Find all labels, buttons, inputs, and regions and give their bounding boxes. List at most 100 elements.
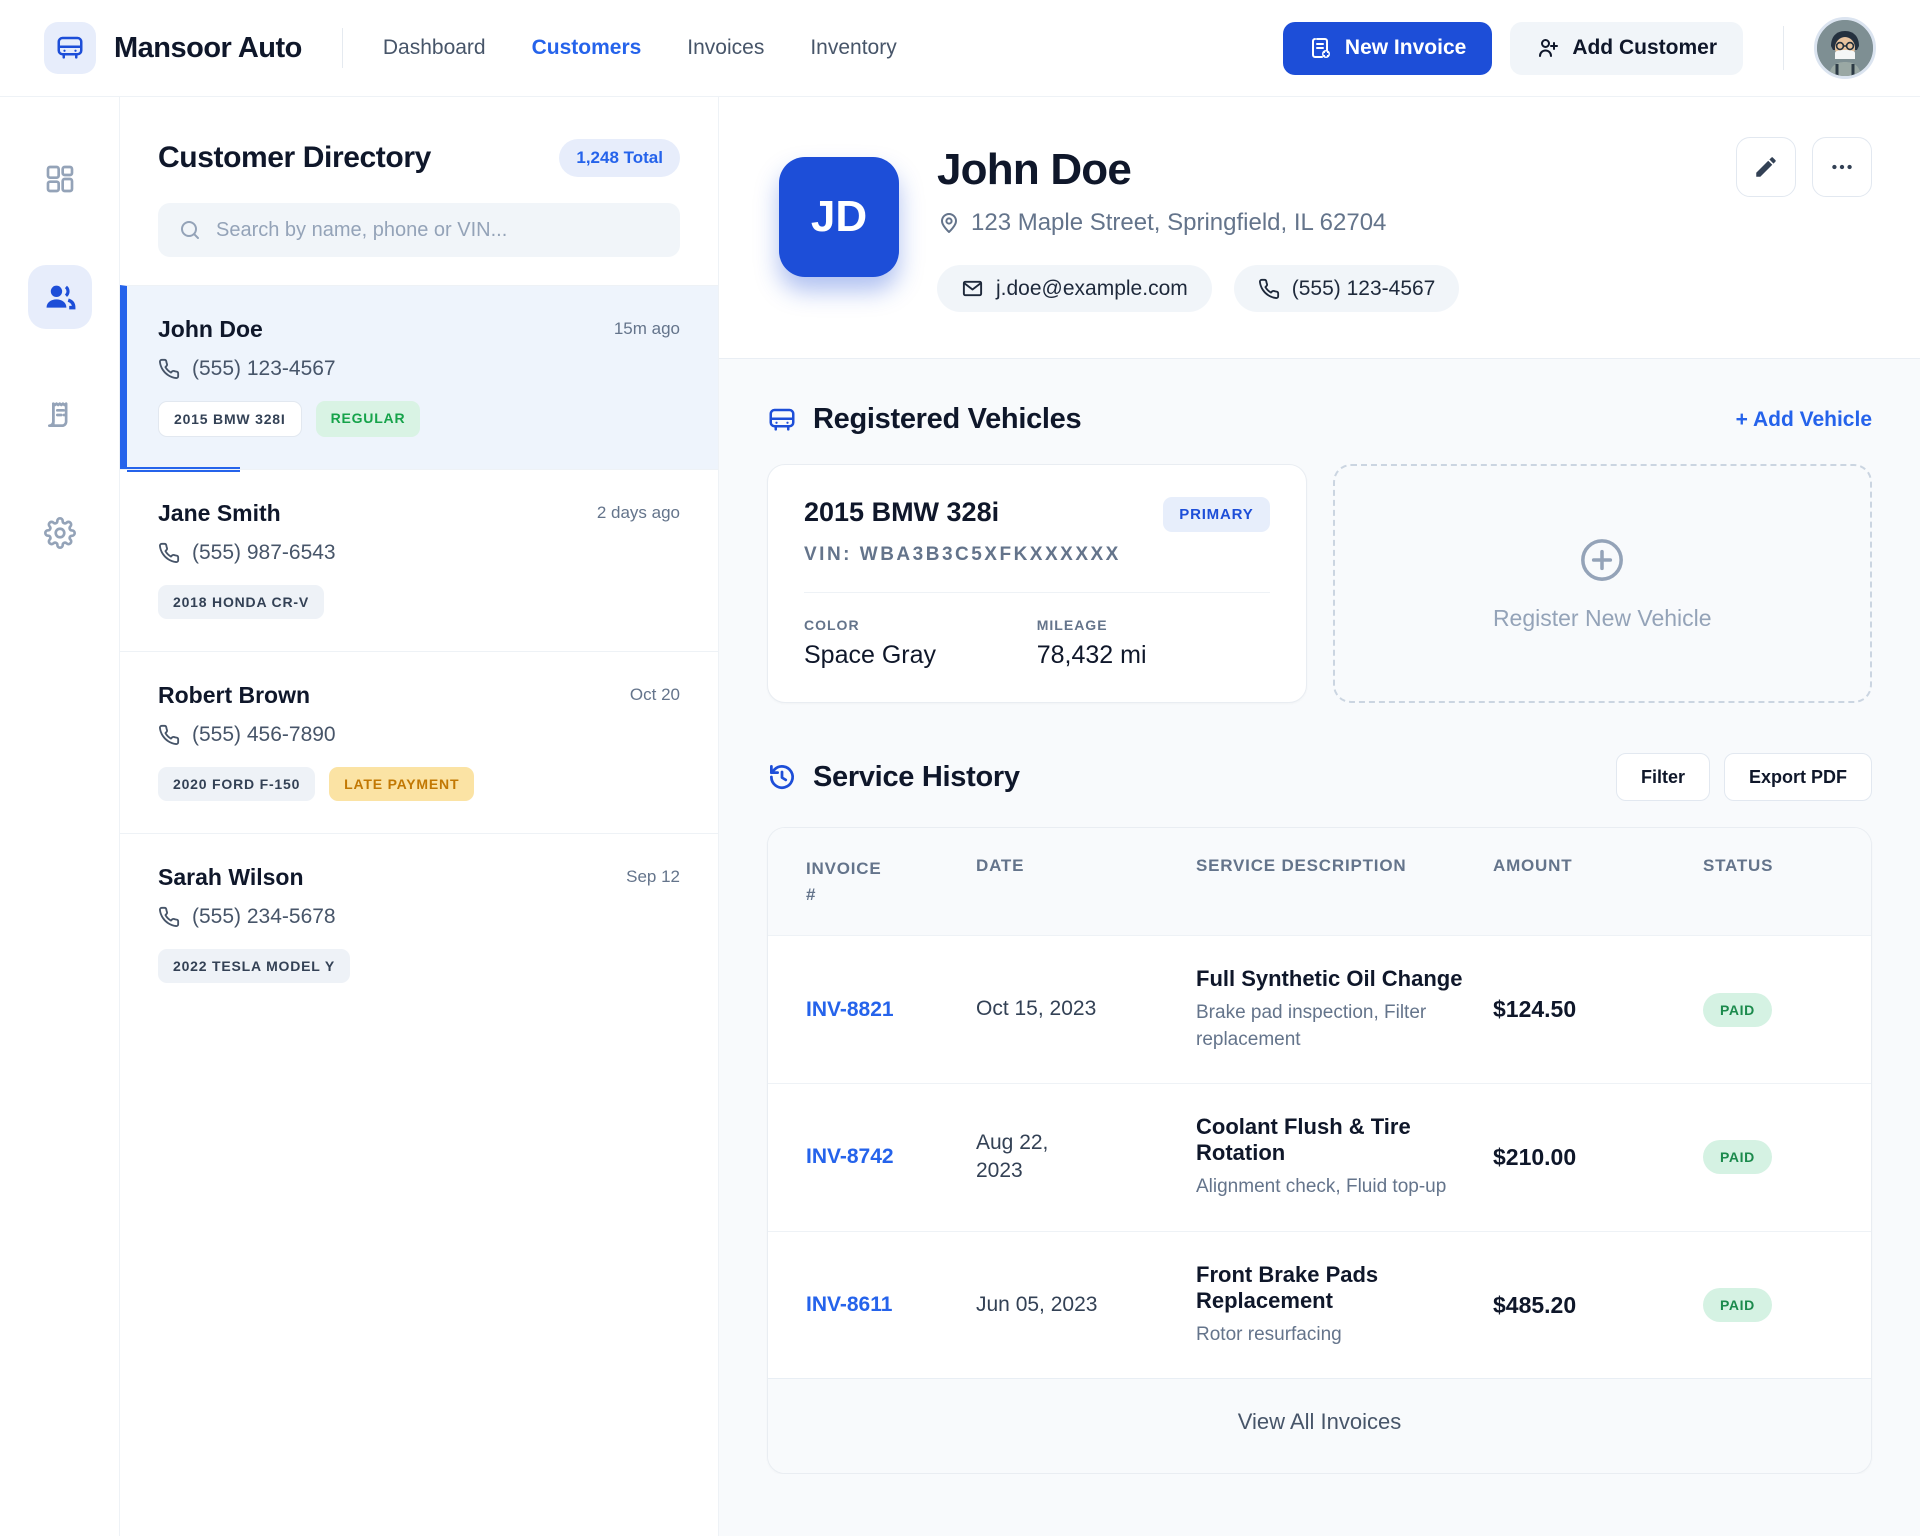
invoice-amount: $485.20: [1493, 1292, 1683, 1319]
invoice-date: Aug 22, 2023: [976, 1129, 1176, 1186]
pencil-icon: [1753, 154, 1779, 180]
customer-profile-header: JD John Doe 123 Maple Street, Springfiel…: [719, 97, 1920, 359]
invoice-date: Jun 05, 2023: [976, 1291, 1176, 1319]
register-new-vehicle-label: Register New Vehicle: [1493, 605, 1712, 632]
main-content: JD John Doe 123 Maple Street, Springfiel…: [719, 97, 1920, 1536]
phone-icon: [158, 724, 180, 746]
filter-button[interactable]: Filter: [1616, 753, 1710, 801]
car-icon: [767, 405, 797, 435]
nav-dashboard[interactable]: Dashboard: [383, 36, 486, 60]
status-badge: LATE PAYMENT: [329, 767, 474, 801]
service-detail: Rotor resurfacing: [1196, 1322, 1473, 1349]
customer-name: Sarah Wilson: [158, 864, 304, 891]
service-detail: Brake pad inspection, Filter replacement: [1196, 1000, 1473, 1053]
vehicles-section-title: Registered Vehicles: [813, 403, 1081, 436]
vehicle-tag: 2020 FORD F-150: [158, 767, 315, 801]
customer-row-robert-brown[interactable]: Robert Brown Oct 20 (555) 456-7890 2020 …: [120, 651, 718, 833]
vehicle-tag: 2018 HONDA CR-V: [158, 585, 324, 619]
edit-customer-button[interactable]: [1736, 137, 1796, 197]
mileage-value: 78,432 mi: [1037, 641, 1270, 670]
customer-search[interactable]: [158, 203, 680, 257]
rail-dashboard-icon[interactable]: [28, 147, 92, 211]
customer-phone: (555) 234-5678: [192, 905, 336, 929]
envelope-icon: [961, 277, 984, 300]
divider: [804, 592, 1270, 593]
invoice-row: INV-8611 Jun 05, 2023 Front Brake Pads R…: [768, 1231, 1871, 1379]
app-body: Customer Directory 1,248 Total John Doe …: [0, 97, 1920, 1536]
customer-last-seen: Oct 20: [630, 685, 680, 705]
directory-header: Customer Directory 1,248 Total: [120, 97, 718, 177]
customer-phone: (555) 123-4567: [192, 357, 336, 381]
col-invoice: INVOICE #: [806, 856, 892, 907]
customer-row-sarah-wilson[interactable]: Sarah Wilson Sep 12 (555) 234-5678 2022 …: [120, 833, 718, 1015]
color-value: Space Gray: [804, 641, 1037, 670]
customer-last-seen: 15m ago: [614, 319, 680, 339]
invoice-link[interactable]: INV-8611: [806, 1293, 956, 1317]
new-invoice-button[interactable]: New Invoice: [1283, 22, 1492, 75]
app-title: Mansoor Auto: [114, 32, 302, 65]
customer-initials-avatar: JD: [779, 157, 899, 277]
nav-inventory[interactable]: Inventory: [810, 36, 896, 60]
rail-invoices-icon[interactable]: [28, 383, 92, 447]
search-input[interactable]: [216, 219, 660, 242]
invoice-amount: $124.50: [1493, 996, 1683, 1023]
history-icon: [767, 762, 797, 792]
nav-customers[interactable]: Customers: [532, 36, 642, 60]
nav-invoices[interactable]: Invoices: [687, 36, 764, 60]
add-vehicle-link[interactable]: + Add Vehicle: [1736, 408, 1872, 432]
topbar-actions: New Invoice Add Customer: [1283, 17, 1876, 79]
invoice-link[interactable]: INV-8821: [806, 998, 956, 1022]
add-customer-button[interactable]: Add Customer: [1510, 22, 1743, 75]
brand: Mansoor Auto: [44, 22, 302, 74]
customer-directory-panel: Customer Directory 1,248 Total John Doe …: [120, 97, 719, 1536]
invoice-link[interactable]: INV-8742: [806, 1145, 956, 1169]
customer-address: 123 Maple Street, Springfield, IL 62704: [971, 209, 1386, 237]
car-logo-icon: [44, 22, 96, 74]
total-count-badge: 1,248 Total: [559, 139, 680, 177]
new-invoice-label: New Invoice: [1345, 36, 1466, 60]
invoice-row: INV-8821 Oct 15, 2023 Full Synthetic Oil…: [768, 935, 1871, 1083]
register-new-vehicle-card[interactable]: Register New Vehicle: [1333, 464, 1873, 703]
invoice-row: INV-8742 Aug 22, 2023 Coolant Flush & Ti…: [768, 1083, 1871, 1231]
phone-icon: [158, 358, 180, 380]
person-plus-icon: [1536, 36, 1560, 60]
history-section-title: Service History: [813, 761, 1020, 794]
customer-row-john-doe[interactable]: John Doe 15m ago (555) 123-4567 2015 BMW…: [120, 285, 718, 469]
add-customer-label: Add Customer: [1572, 36, 1717, 60]
service-history-table: INVOICE # DATE SERVICE DESCRIPTION AMOUN…: [767, 827, 1872, 1474]
service-title: Full Synthetic Oil Change: [1196, 966, 1473, 992]
phone-icon: [158, 906, 180, 928]
vehicle-tag: 2015 BMW 328I: [158, 401, 302, 437]
divider: [342, 28, 343, 68]
customer-name: Jane Smith: [158, 500, 281, 527]
user-avatar[interactable]: [1814, 17, 1876, 79]
customer-name: John Doe: [158, 316, 263, 343]
vehicle-card-bmw[interactable]: 2015 BMW 328i PRIMARY VIN: WBA3B3C5XFKXX…: [767, 464, 1307, 703]
more-options-button[interactable]: [1812, 137, 1872, 197]
mileage-label: MILEAGE: [1037, 617, 1270, 633]
customer-phone: (555) 987-6543: [192, 541, 336, 565]
customer-phone: (555) 456-7890: [192, 723, 336, 747]
phone-icon: [158, 542, 180, 564]
phone-icon: [1258, 278, 1280, 300]
customer-row-jane-smith[interactable]: Jane Smith 2 days ago (555) 987-6543 201…: [120, 469, 718, 651]
email-chip[interactable]: j.doe@example.com: [937, 265, 1212, 312]
primary-badge: PRIMARY: [1163, 497, 1269, 532]
paid-badge: PAID: [1703, 993, 1772, 1027]
table-header-row: INVOICE # DATE SERVICE DESCRIPTION AMOUN…: [768, 828, 1871, 935]
service-title: Front Brake Pads Replacement: [1196, 1262, 1473, 1314]
phone-chip[interactable]: (555) 123-4567: [1234, 265, 1460, 312]
color-label: COLOR: [804, 617, 1037, 633]
view-all-invoices-link[interactable]: View All Invoices: [768, 1378, 1871, 1473]
customer-email: j.doe@example.com: [996, 277, 1188, 301]
ellipsis-icon: [1829, 154, 1855, 180]
vehicle-vin: VIN: WBA3B3C5XFKXXXXXX: [804, 544, 1270, 566]
export-pdf-button[interactable]: Export PDF: [1724, 753, 1872, 801]
paid-badge: PAID: [1703, 1288, 1772, 1322]
rail-settings-icon[interactable]: [28, 501, 92, 565]
service-title: Coolant Flush & Tire Rotation: [1196, 1114, 1473, 1166]
divider: [1783, 26, 1784, 70]
vehicle-tag: 2022 TESLA MODEL Y: [158, 949, 350, 983]
rail-customers-icon[interactable]: [28, 265, 92, 329]
invoice-plus-icon: [1309, 36, 1333, 60]
